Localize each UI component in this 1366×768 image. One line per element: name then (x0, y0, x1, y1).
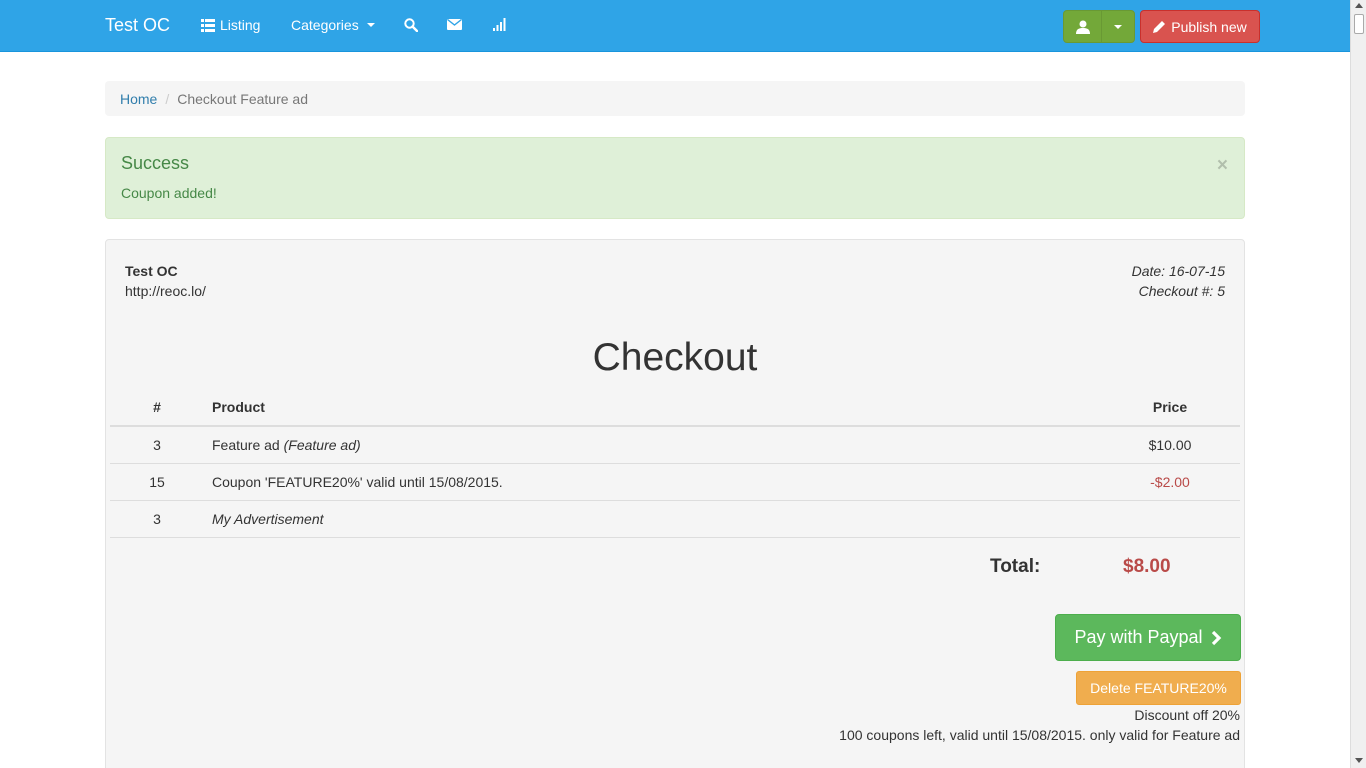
pay-with-paypal-label: Pay with Paypal (1074, 627, 1203, 647)
nav-categories-label: Categories (291, 17, 359, 33)
search-icon (404, 18, 418, 32)
chevron-right-icon (1211, 630, 1221, 645)
pay-with-paypal-button[interactable]: Pay with Paypal (1055, 614, 1241, 661)
header-price: Price (1100, 388, 1240, 427)
caret-down-icon (1114, 24, 1122, 29)
scroll-down-arrow-icon[interactable] (1355, 758, 1363, 763)
checkout-date: Date: 16-07-15 (1131, 263, 1225, 279)
breadcrumb-home-link[interactable]: Home (120, 91, 157, 107)
row-num: 3 (110, 500, 204, 538)
publish-new-label: Publish new (1171, 18, 1247, 35)
brand-link[interactable]: Test OC (105, 15, 170, 36)
alert-title: Success (121, 153, 190, 173)
nav-stats[interactable] (493, 18, 506, 31)
company-url: http://reoc.lo/ (125, 283, 206, 299)
navbar: Test OC Listing Categories Publish new (0, 0, 1350, 52)
signal-icon (493, 18, 506, 31)
table-row: 3 My Advertisement (110, 500, 1240, 538)
breadcrumb-current: Checkout Feature ad (177, 91, 308, 107)
list-icon (201, 18, 215, 32)
delete-coupon-button[interactable]: Delete FEATURE20% (1076, 671, 1241, 705)
row-num: 3 (110, 426, 204, 464)
nav-search[interactable] (404, 18, 418, 32)
close-icon[interactable]: × (1217, 156, 1228, 176)
header-product: Product (204, 388, 1100, 427)
table-header-row: # Product Price (110, 388, 1240, 427)
company-name: Test OC (125, 263, 178, 279)
page-title: Checkout (592, 336, 758, 379)
breadcrumb: Home / Checkout Feature ad (105, 81, 1245, 116)
table-row: 15 Coupon 'FEATURE20%' valid until 15/08… (110, 463, 1240, 501)
coupon-validity-text: 100 coupons left, valid until 15/08/2015… (839, 727, 1240, 743)
nav-listing[interactable]: Listing (201, 17, 260, 33)
header-num: # (110, 388, 204, 427)
envelope-icon (447, 19, 462, 30)
row-product: Coupon 'FEATURE20%' valid until 15/08/20… (204, 463, 1100, 501)
row-price: $10.00 (1100, 426, 1240, 464)
success-alert: Success Coupon added! × (105, 137, 1245, 219)
checkout-meta: Date: 16-07-15 Checkout #: 5 (1132, 261, 1225, 301)
caret-down-icon (366, 23, 375, 27)
scrollbar-thumb[interactable] (1354, 14, 1364, 34)
row-num: 15 (110, 463, 204, 501)
publish-new-button[interactable]: Publish new (1140, 10, 1260, 43)
nav-listing-label: Listing (220, 17, 261, 33)
row-product-name: Feature ad (212, 436, 280, 453)
nav-messages[interactable] (447, 19, 462, 30)
discount-text: Discount off 20% (1134, 707, 1240, 723)
row-product-note: (Feature ad) (283, 436, 361, 453)
nav-categories-dropdown[interactable]: Categories (291, 17, 375, 33)
vertical-scrollbar[interactable] (1350, 0, 1366, 768)
checkout-panel: Test OC http://reoc.lo/ Date: 16-07-15 C… (105, 239, 1245, 768)
total-value: $8.00 (1123, 556, 1171, 577)
row-price: -$2.00 (1100, 463, 1240, 501)
user-icon (1075, 20, 1090, 34)
breadcrumb-separator: / (165, 91, 170, 107)
coupon-details: Discount off 20% 100 coupons left, valid… (839, 705, 1240, 745)
row-product: My Advertisement (204, 500, 1100, 538)
pencil-icon (1153, 21, 1166, 33)
checkout-table: # Product Price 3 Feature ad (Feature ad… (110, 388, 1240, 538)
company-info: Test OC http://reoc.lo/ (125, 261, 206, 301)
scroll-up-arrow-icon[interactable] (1355, 3, 1363, 8)
checkout-number: Checkout #: 5 (1138, 283, 1225, 299)
alert-message: Coupon added! (121, 185, 217, 201)
user-menu-toggle[interactable] (1101, 10, 1135, 43)
table-row: 3 Feature ad (Feature ad) $10.00 (110, 426, 1240, 464)
row-product-name: My Advertisement (212, 510, 324, 527)
row-product: Feature ad (Feature ad) (204, 426, 1100, 464)
total-label: Total: (990, 556, 1041, 577)
user-button[interactable] (1063, 10, 1102, 43)
row-price (1100, 500, 1240, 538)
